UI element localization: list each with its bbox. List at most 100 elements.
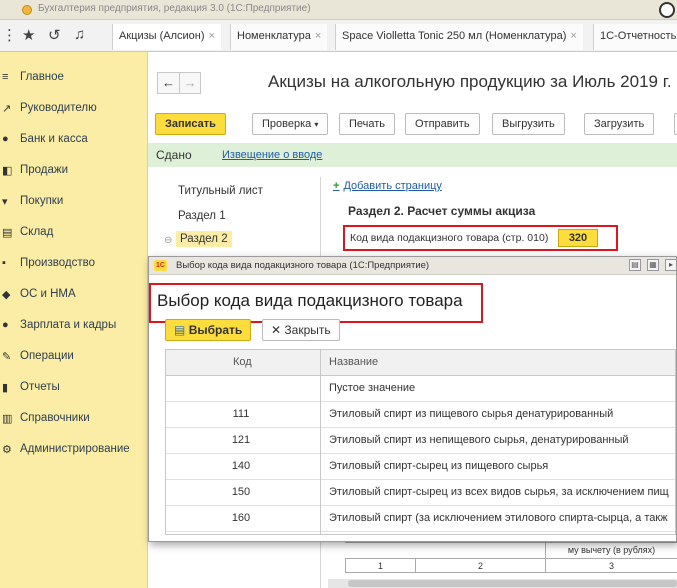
window-menu-button[interactable] [659, 2, 675, 18]
sidebar: ≡ Главное ↗ Руководителю ● Банк и касса … [0, 52, 148, 588]
check-button-label: Проверка [262, 118, 312, 130]
section-item-title-page[interactable]: Титульный лист [178, 185, 263, 197]
sidebar-item-payroll[interactable]: ● Зарплата и кадры [0, 316, 148, 338]
operations-icon: ✎ [2, 351, 12, 363]
horizontal-scrollbar[interactable] [328, 579, 677, 588]
top-toolbar: ⋮ ★ ↺ ♫ Акцизы (Алсион) × Номенклатура × S… [0, 20, 677, 52]
row-name: Этиловый спирт (за исключением этилового… [329, 512, 668, 524]
calendar-icon[interactable]: ▦ [647, 259, 659, 271]
list-icon: ≡ [2, 71, 9, 83]
product-code-dialog: 1С Выбор кода вида подакцизного товара (… [148, 256, 677, 542]
window-title: Бухгалтерия предприятия, редакция 3.0 (1… [38, 3, 311, 14]
close-button[interactable]: ✕ Закрыть [262, 319, 340, 341]
row-code: 140 [231, 460, 251, 472]
assets-icon: ◆ [2, 289, 11, 301]
table-header-cell: му вычету (в рублях) [545, 543, 677, 558]
history-icon[interactable]: ↺ [48, 26, 61, 44]
tab-close-icon[interactable]: × [209, 30, 215, 42]
sidebar-item-sales[interactable]: ◧ Продажи [0, 161, 148, 183]
status-text: Сдано [156, 148, 192, 162]
menu-icon[interactable]: ⋮ [2, 26, 17, 44]
sidebar-item-assets[interactable]: ◆ ОС и НМА [0, 285, 148, 307]
sidebar-item-bank[interactable]: ● Банк и касса [0, 130, 148, 152]
table-row[interactable]: 150 Этиловый спирт-сырец из всех видов с… [166, 480, 675, 506]
sidebar-item-reports[interactable]: ▮ Отчеты [0, 378, 148, 400]
import-button[interactable]: Загрузить [584, 113, 655, 135]
table-row[interactable]: 111 Этиловый спирт из пищевого сырья ден… [166, 402, 675, 428]
check-button[interactable]: Проверка ▾ [252, 113, 329, 135]
sidebar-item-label: Отчеты [20, 381, 60, 393]
tab-label: Акцизы (Алсион) [119, 30, 205, 42]
tab-label: Номенклатура [237, 30, 311, 42]
tab-close-icon[interactable]: × [570, 30, 576, 42]
tab-product-card[interactable]: Space Violletta Tonic 250 мл (Номенклату… [335, 24, 583, 50]
menu-icon[interactable]: ▸ [665, 259, 677, 271]
dialog-window-title: Выбор кода вида подакцизного товара (1С:… [176, 260, 430, 271]
collapse-icon[interactable]: ⊖ [164, 235, 172, 246]
chart-up-icon: ↗ [2, 103, 12, 115]
tab-close-icon[interactable]: × [315, 30, 321, 42]
print-icon[interactable]: ▤ [629, 259, 641, 271]
add-page-label: Добавить страницу [343, 180, 442, 192]
sidebar-item-label: Руководителю [20, 102, 97, 114]
sidebar-item-directories[interactable]: ▥ Справочники [0, 409, 148, 431]
tab-nomenclature[interactable]: Номенклатура × [230, 24, 328, 50]
select-icon: ▤ [174, 323, 186, 337]
sidebar-item-operations[interactable]: ✎ Операции [0, 347, 148, 369]
dialog-title-bar: 1С Выбор кода вида подакцизного товара (… [149, 257, 677, 275]
table-row[interactable]: Пустое значение [166, 376, 675, 402]
row-name: Этиловый спирт из пищевого сырья денатур… [329, 408, 614, 420]
sidebar-item-label: ОС и НМА [20, 288, 76, 300]
scrollbar-thumb[interactable] [348, 580, 677, 587]
dialog-heading-box: Выбор кода вида подакцизного товара [149, 283, 483, 323]
sidebar-item-label: Производство [20, 257, 95, 269]
column-header-code[interactable]: Код [233, 356, 252, 368]
gear-icon: ⚙ [2, 444, 12, 456]
row-name: Этиловый спирт из непищевого сырья, дена… [329, 434, 629, 446]
export-button[interactable]: Выгрузить [492, 113, 565, 135]
add-page-link[interactable]: + Добавить страницу [333, 180, 442, 192]
app-logo-icon [22, 5, 32, 15]
sidebar-item-main[interactable]: ≡ Главное [0, 68, 148, 90]
notifications-bell-icon[interactable]: ♫ [74, 26, 85, 43]
window-title-bar: Бухгалтерия предприятия, редакция 3.0 (1… [0, 0, 677, 20]
sidebar-item-label: Справочники [20, 412, 90, 424]
column-header-name[interactable]: Название [329, 356, 378, 368]
forward-button[interactable]: → [179, 72, 201, 94]
sidebar-item-label: Склад [20, 226, 54, 238]
1c-logo-icon: 1С [154, 260, 167, 271]
section-item-section-2[interactable]: Раздел 2 [176, 231, 232, 247]
sales-icon: ◧ [2, 165, 13, 177]
sidebar-item-purchases[interactable]: ▾ Покупки [0, 192, 148, 214]
print-button[interactable]: Печать [339, 113, 396, 135]
table-row[interactable]: 121 Этиловый спирт из непищевого сырья, … [166, 428, 675, 454]
sidebar-item-label: Зарплата и кадры [20, 319, 117, 331]
reports-icon: ▮ [2, 382, 9, 394]
notice-link[interactable]: Извещение о вводе [222, 149, 322, 161]
tab-excise[interactable]: Акцизы (Алсион) × [112, 24, 221, 50]
send-button[interactable]: Отправить [405, 113, 480, 135]
tab-reporting[interactable]: 1С-Отчетность [593, 24, 677, 50]
sidebar-item-production[interactable]: ▪ Производство [0, 254, 148, 276]
product-code-input[interactable]: 320 [558, 229, 598, 247]
sidebar-item-warehouse[interactable]: ▤ Склад [0, 223, 148, 245]
section-heading: Раздел 2. Расчет суммы акциза [348, 204, 536, 218]
favorites-star-icon[interactable]: ★ [22, 26, 35, 44]
table-row[interactable]: 160 Этиловый спирт (за исключением этило… [166, 506, 675, 532]
row-code: 160 [231, 512, 251, 524]
sidebar-item-administration[interactable]: ⚙ Администрирование [0, 440, 148, 462]
status-bar: Сдано Извещение о вводе [148, 143, 677, 167]
table-row[interactable]: 140 Этиловый спирт-сырец из пищевого сыр… [166, 454, 675, 480]
tab-label: Space Violletta Tonic 250 мл (Номенклату… [342, 30, 567, 42]
sidebar-item-label: Главное [20, 71, 64, 83]
table-row: 1 2 3 [345, 559, 677, 573]
back-button[interactable]: ← [157, 72, 179, 94]
close-button-label: Закрыть [284, 323, 331, 337]
table-header: Код Название [166, 350, 675, 376]
select-button[interactable]: ▤ Выбрать [165, 319, 252, 341]
section-item-section-1[interactable]: Раздел 1 [178, 210, 226, 222]
table-cell: 2 [415, 559, 545, 572]
save-button[interactable]: Записать [155, 113, 226, 135]
sidebar-item-manager[interactable]: ↗ Руководителю [0, 99, 148, 121]
tab-label: 1С-Отчетность [600, 30, 677, 42]
